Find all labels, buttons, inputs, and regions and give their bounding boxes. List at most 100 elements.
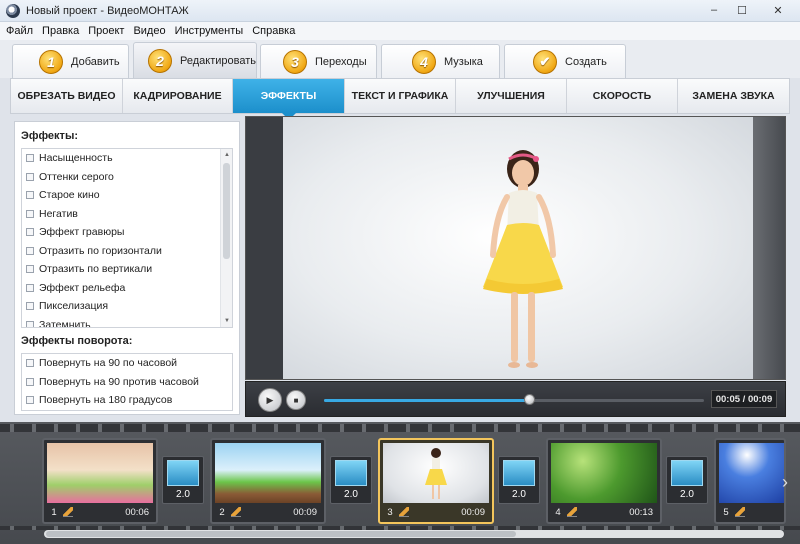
clip-4[interactable]: 4 00:13	[546, 438, 662, 524]
checkbox[interactable]	[26, 246, 34, 255]
transition-1[interactable]: 2.0	[162, 456, 204, 504]
pencil-icon[interactable]	[63, 507, 73, 517]
menu-video[interactable]: Видео	[133, 25, 165, 37]
maximize-button[interactable]: ☐	[728, 0, 756, 20]
chevron-right-icon[interactable]: ›	[782, 472, 788, 493]
tab-crop[interactable]: КАДРИРОВАНИЕ	[123, 79, 233, 113]
clip-thumbnail	[47, 443, 153, 503]
checkbox[interactable]	[26, 191, 34, 200]
effect-item-flip-horizontal[interactable]: Отразить по горизонтали	[22, 242, 232, 261]
video-edge	[753, 117, 785, 379]
step-label: Добавить	[71, 55, 120, 68]
rotate-90-cw[interactable]: Повернуть на 90 по часовой	[22, 354, 232, 373]
effects-scrollbar[interactable]: ▲ ▼	[220, 149, 232, 327]
tab-effects[interactable]: ЭФФЕКТЫ	[233, 79, 345, 120]
menu-help[interactable]: Справка	[252, 25, 295, 37]
clip-number: 3	[387, 506, 393, 518]
transition-4[interactable]: 2.0	[666, 456, 708, 504]
scroll-down-icon[interactable]: ▼	[221, 315, 232, 327]
effect-item-flip-vertical[interactable]: Отразить по вертикали	[22, 260, 232, 279]
checkbox[interactable]	[26, 359, 34, 368]
effect-item-old-film[interactable]: Старое кино	[22, 186, 232, 205]
clip-footer: 2 00:09	[215, 504, 321, 520]
clip-1[interactable]: 1 00:06	[42, 438, 158, 524]
menu-edit[interactable]: Правка	[42, 25, 79, 37]
pencil-icon[interactable]	[735, 507, 745, 517]
tab-text-graphics[interactable]: ТЕКСТ И ГРАФИКА	[345, 79, 456, 113]
menu-file[interactable]: Файл	[6, 25, 33, 37]
stop-button[interactable]: ■	[286, 390, 306, 410]
rotate-180[interactable]: Повернуть на 180 градусов	[22, 391, 232, 410]
checkbox[interactable]	[26, 396, 34, 405]
menu-tools[interactable]: Инструменты	[175, 25, 244, 37]
seek-bar[interactable]	[324, 394, 704, 405]
step-add[interactable]: 1 Добавить	[12, 44, 129, 78]
tab-speed[interactable]: СКОРОСТЬ	[567, 79, 678, 113]
pencil-icon[interactable]	[231, 507, 241, 517]
player-controls: ▶ ■ 00:05 / 00:09	[245, 381, 786, 417]
scrollbar-thumb[interactable]	[46, 531, 516, 537]
checkbox[interactable]	[26, 377, 34, 386]
checkbox[interactable]	[26, 154, 34, 163]
clip-footer: 1 00:06	[47, 504, 153, 520]
checkbox[interactable]	[26, 265, 34, 274]
scrollbar-thumb[interactable]	[223, 163, 230, 259]
effect-item-saturation[interactable]: Насыщенность	[22, 149, 232, 168]
rotate-90-ccw[interactable]: Повернуть на 90 против часовой	[22, 373, 232, 392]
clip-2[interactable]: 2 00:09	[210, 438, 326, 524]
tab-replace-audio[interactable]: ЗАМЕНА ЗВУКА	[678, 79, 789, 113]
effect-item-pixelate[interactable]: Пикселизация	[22, 297, 232, 316]
tab-trim-video[interactable]: ОБРЕЗАТЬ ВИДЕО	[11, 79, 123, 113]
effect-item-negative[interactable]: Негатив	[22, 205, 232, 224]
step-transitions[interactable]: 3 Переходы	[260, 44, 377, 78]
effect-item-engraving[interactable]: Эффект гравюры	[22, 223, 232, 242]
checkbox[interactable]	[26, 302, 34, 311]
clip-3[interactable]: 3 00:09	[378, 438, 494, 524]
effect-item-grayscale[interactable]: Оттенки серого	[22, 168, 232, 187]
app-icon	[6, 3, 20, 18]
close-button[interactable]: ✕	[756, 0, 800, 20]
step-edit[interactable]: 2 Редактировать	[133, 42, 257, 78]
step-tabs: 1 Добавить 2 Редактировать 3 Переходы 4 …	[0, 40, 800, 78]
clip-duration: 00:06	[125, 506, 149, 518]
step-music[interactable]: 4 Музыка	[381, 44, 500, 78]
window-controls: – ☐ ✕	[700, 0, 800, 20]
transition-icon	[335, 460, 367, 486]
filmstrip-scrollbar[interactable]	[44, 530, 784, 538]
scroll-up-icon[interactable]: ▲	[221, 149, 232, 161]
time-display: 00:05 / 00:09	[711, 390, 777, 408]
checkbox[interactable]	[26, 283, 34, 292]
clip-5[interactable]: 5	[714, 438, 786, 524]
play-button[interactable]: ▶	[258, 388, 282, 412]
pencil-icon[interactable]	[399, 507, 409, 517]
effect-item-darken[interactable]: Затемнить	[22, 316, 232, 327]
clip-duration: 00:13	[629, 506, 653, 518]
step-number-badge: 3	[283, 49, 307, 74]
seek-bar-handle[interactable]	[524, 394, 536, 405]
effects-title: Эффекты:	[21, 130, 78, 142]
step-create[interactable]: ✔ Создать	[504, 44, 626, 78]
checkbox[interactable]	[26, 228, 34, 237]
clip-footer: 5	[719, 504, 784, 520]
checkbox[interactable]	[26, 209, 34, 218]
play-icon: ▶	[266, 394, 274, 405]
clip-number: 1	[51, 506, 57, 518]
clip-duration: 00:09	[461, 506, 485, 518]
rotation-title: Эффекты поворота:	[21, 335, 133, 347]
video-frame	[283, 117, 753, 379]
clip-number: 5	[723, 506, 729, 518]
pencil-icon[interactable]	[567, 507, 577, 517]
transition-duration: 2.0	[176, 489, 190, 500]
edit-subtabs: ОБРЕЗАТЬ ВИДЕО КАДРИРОВАНИЕ ЭФФЕКТЫ ТЕКС…	[10, 78, 790, 120]
checkbox[interactable]	[26, 320, 34, 327]
transition-3[interactable]: 2.0	[498, 456, 540, 504]
checkbox[interactable]	[26, 172, 34, 181]
minimize-button[interactable]: –	[700, 0, 728, 20]
checkmark-icon: ✔	[533, 49, 557, 74]
effect-item-emboss[interactable]: Эффект рельефа	[22, 279, 232, 298]
menu-project[interactable]: Проект	[88, 25, 124, 37]
tab-enhancements[interactable]: УЛУЧШЕНИЯ	[456, 79, 567, 113]
transition-2[interactable]: 2.0	[330, 456, 372, 504]
clip-thumbnail	[551, 443, 657, 503]
step-label: Редактировать	[180, 54, 256, 67]
